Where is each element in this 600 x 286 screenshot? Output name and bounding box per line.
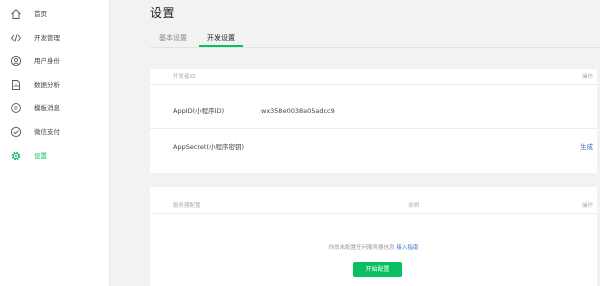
- sidebar-item-dev-management[interactable]: 开发管理: [0, 29, 110, 47]
- appsecret-row: AppSecret(小程序密钥) 生成: [150, 129, 597, 165]
- message-icon: [10, 102, 22, 114]
- sidebar-item-label: 设置: [34, 152, 47, 160]
- sidebar-item-label: 开发管理: [34, 34, 60, 42]
- sidebar-item-wechat-pay[interactable]: 微信支付: [0, 123, 110, 141]
- panel-header-title: 开发者ID: [173, 74, 196, 80]
- sidebar-item-user-identity[interactable]: 用户身份: [0, 52, 110, 70]
- document-chart-icon: [10, 79, 22, 91]
- start-config-button[interactable]: 开始配置: [353, 262, 402, 277]
- panel-header-title: 服务器配置: [173, 203, 201, 209]
- empty-state-message: 你尚未配置任何服务器信息 接入指南: [150, 243, 597, 251]
- developer-id-panel: 开发者ID 操作 AppID(小程序ID) wx358e0038a05adcc9…: [150, 69, 597, 173]
- user-icon: [10, 55, 22, 67]
- panel-header-action: 操作: [581, 74, 593, 80]
- sidebar-item-label: 用户身份: [34, 57, 60, 65]
- tab-bar: 基本设置 开发设置: [150, 32, 600, 48]
- sidebar-item-home[interactable]: 首页: [0, 5, 110, 23]
- gear-icon: [10, 150, 22, 162]
- panel-header-desc: 说明: [408, 203, 420, 209]
- home-icon: [10, 8, 22, 20]
- panel-header-action: 操作: [581, 203, 593, 209]
- panel-header: 服务器配置 说明 操作: [150, 198, 597, 214]
- main-content: 设置 基本设置 开发设置 开发者ID 操作 AppID(小程序ID) wx358…: [110, 0, 600, 286]
- empty-state-text: 你尚未配置任何服务器信息: [328, 245, 395, 251]
- sidebar-item-settings[interactable]: 设置: [0, 147, 110, 165]
- generate-secret-link[interactable]: 生成: [580, 129, 593, 165]
- guide-link[interactable]: 接入指南: [396, 245, 418, 251]
- sidebar: 首页 开发管理 用户身份 数据分析 模板消息 微信支付 设置: [0, 0, 110, 286]
- sidebar-item-label: 微信支付: [34, 128, 60, 136]
- panel-header: 开发者ID 操作: [150, 69, 597, 85]
- sidebar-item-label: 首页: [34, 10, 47, 18]
- sidebar-item-template-message[interactable]: 模板消息: [0, 99, 110, 117]
- appid-label: AppID(小程序ID): [173, 107, 225, 115]
- sidebar-item-data-analysis[interactable]: 数据分析: [0, 76, 110, 94]
- appid-row: AppID(小程序ID) wx358e0038a05adcc9: [150, 93, 597, 129]
- code-icon: [10, 32, 22, 44]
- tab-dev-settings[interactable]: 开发设置: [199, 32, 243, 47]
- tab-basic-settings[interactable]: 基本设置: [159, 32, 187, 47]
- payment-icon: [10, 126, 22, 138]
- sidebar-item-label: 数据分析: [34, 81, 60, 89]
- sidebar-item-label: 模板消息: [34, 104, 60, 112]
- appsecret-label: AppSecret(小程序密钥): [173, 143, 245, 151]
- server-config-panel: 服务器配置 说明 操作 你尚未配置任何服务器信息 接入指南 开始配置: [150, 187, 597, 286]
- appid-value: wx358e0038a05adcc9: [261, 107, 335, 115]
- page-title: 设置: [150, 6, 176, 20]
